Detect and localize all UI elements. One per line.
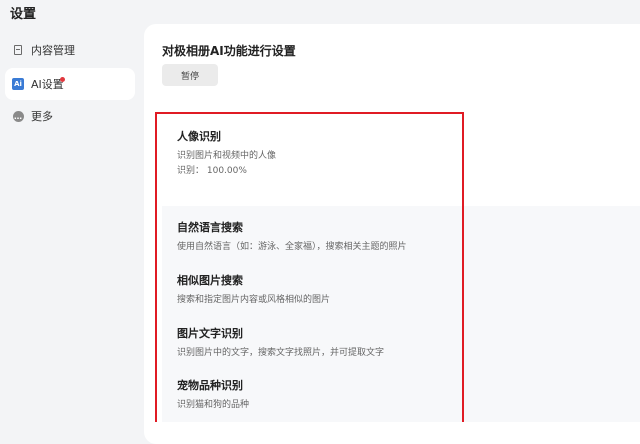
- more-icon: …: [12, 110, 24, 122]
- highlight-box: [155, 112, 464, 422]
- sidebar-item-label: 内容管理: [31, 44, 75, 57]
- sidebar-item-content-management[interactable]: 内容管理: [5, 34, 135, 66]
- pause-button[interactable]: 暂停: [162, 64, 218, 86]
- sidebar-item-more[interactable]: … 更多: [5, 100, 135, 132]
- sidebar-item-label: 更多: [31, 110, 53, 123]
- page-title: 设置: [10, 7, 37, 22]
- file-icon: [12, 44, 24, 56]
- section-heading: 对极相册AI功能进行设置: [162, 44, 296, 58]
- notification-dot: [60, 77, 65, 82]
- ai-icon: Ai: [12, 78, 24, 90]
- sidebar-item-ai-settings[interactable]: Ai AI设置: [5, 68, 135, 100]
- sidebar-item-label: AI设置: [31, 78, 64, 91]
